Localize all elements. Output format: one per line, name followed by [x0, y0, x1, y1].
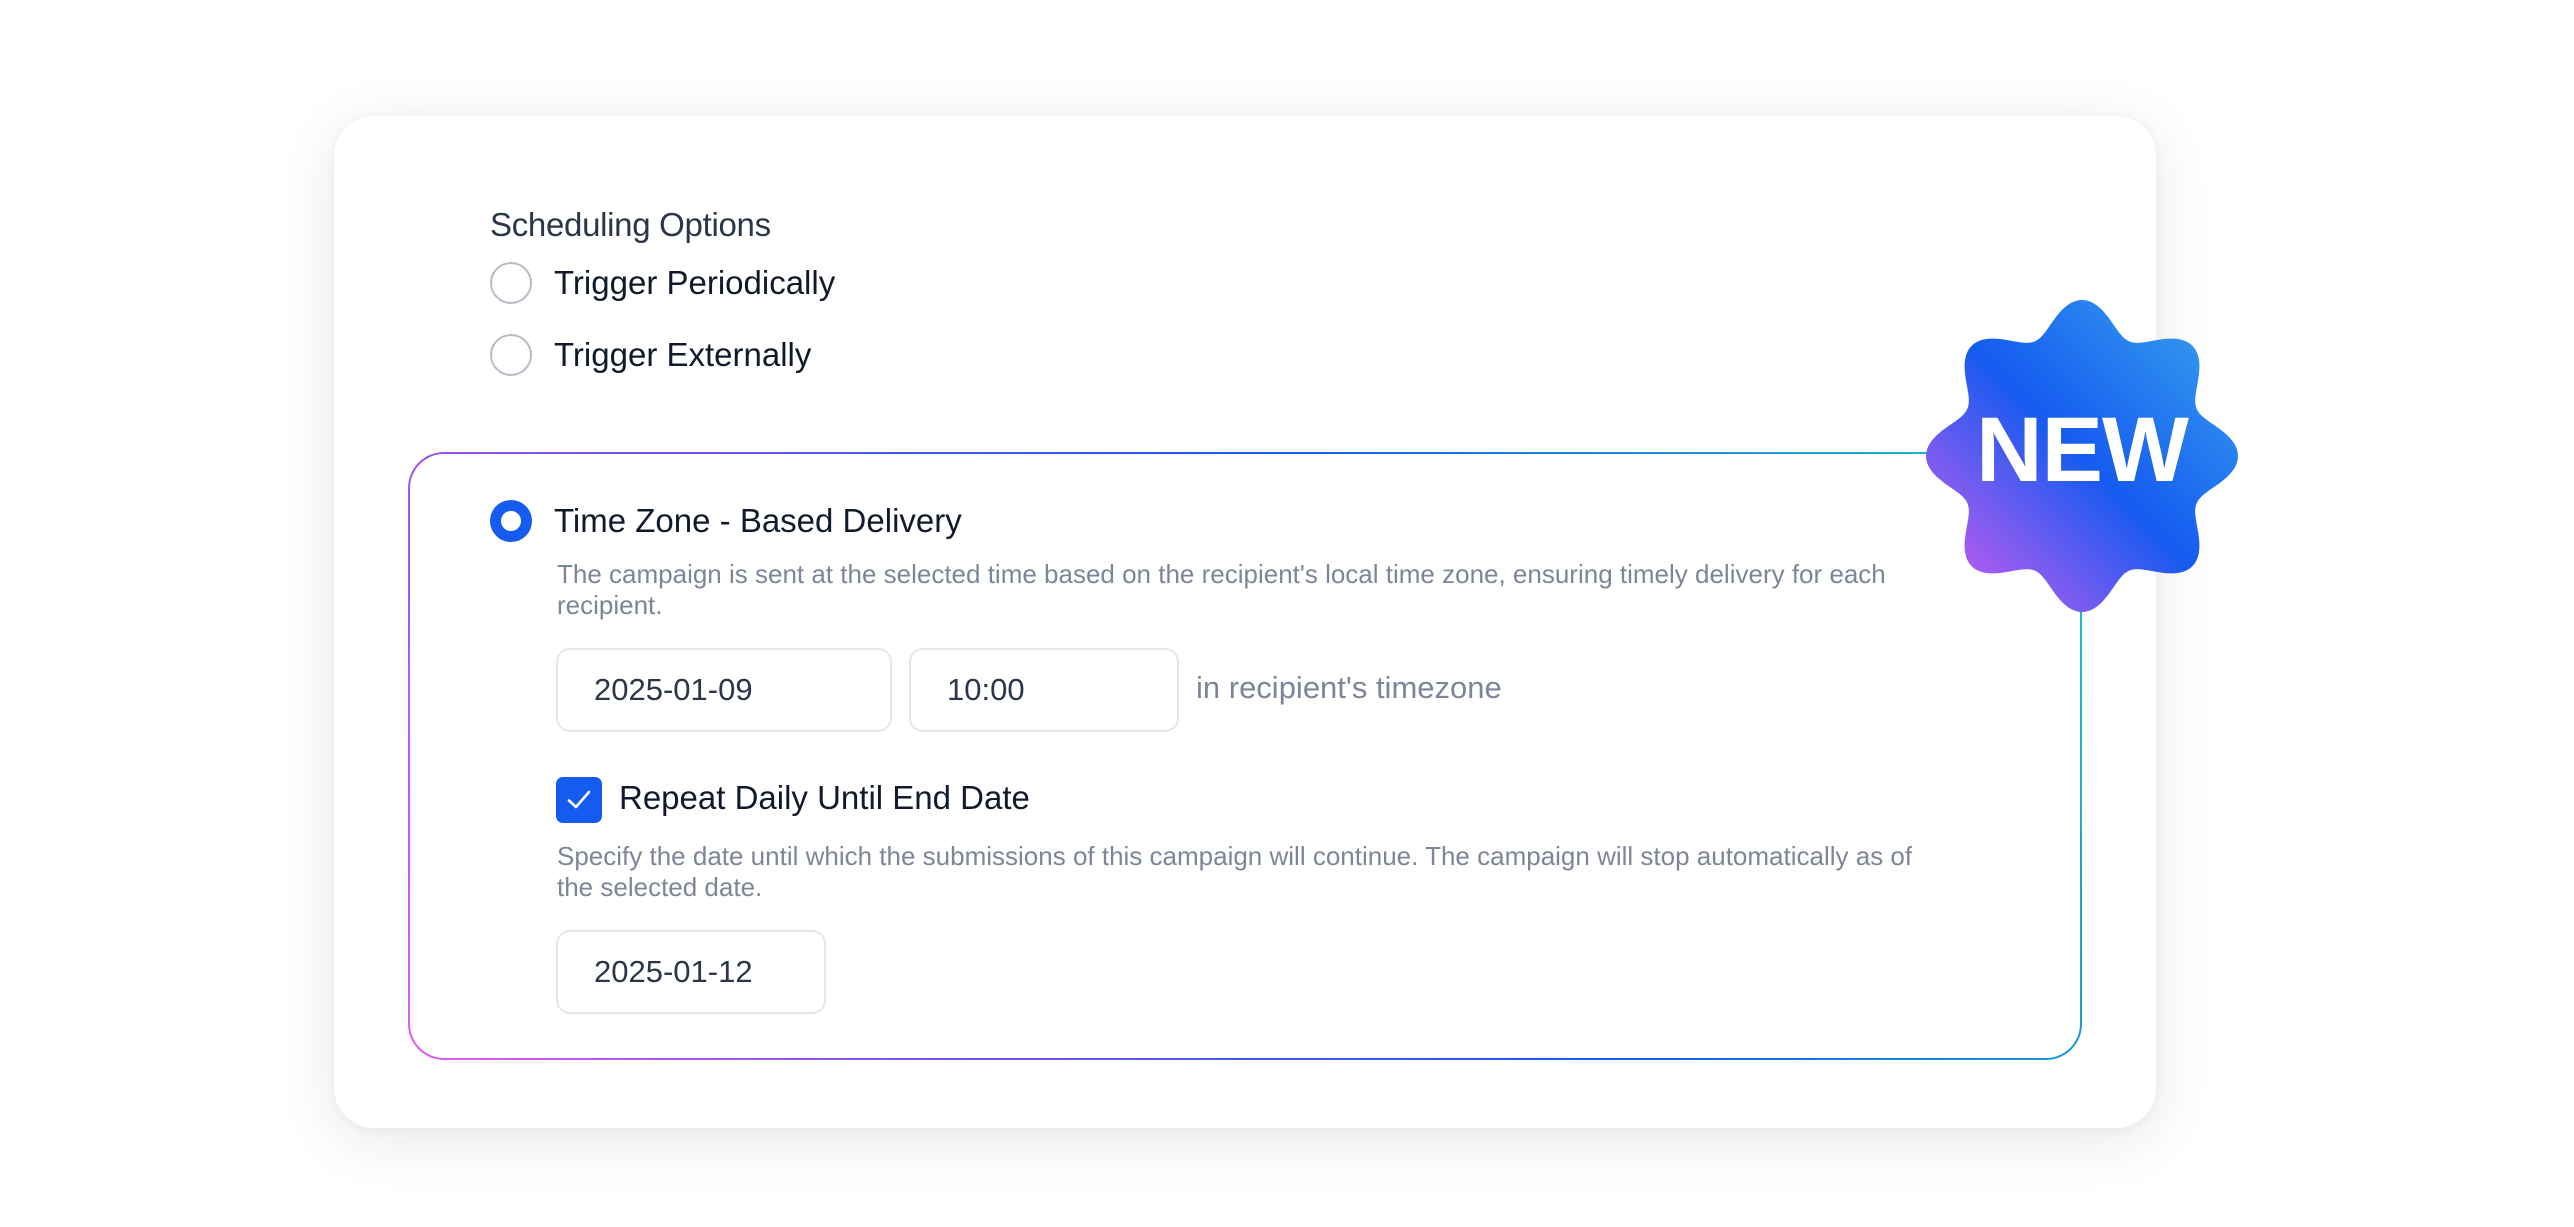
radio-trigger-periodically[interactable]: Trigger Periodically — [490, 262, 835, 304]
timezone-suffix-label: in recipient's timezone — [1196, 670, 1502, 705]
radio-button[interactable] — [490, 334, 532, 376]
repeat-daily-checkbox[interactable] — [556, 777, 602, 823]
radio-label: Trigger Periodically — [554, 264, 836, 301]
page: Scheduling Options Trigger Periodically … — [0, 0, 2574, 1227]
timezone-description: The campaign is sent at the selected tim… — [557, 559, 1886, 620]
radio-label: Time Zone - Based Delivery — [554, 502, 962, 539]
check-icon — [567, 790, 591, 809]
send-time-input[interactable]: 10:00 — [909, 648, 1179, 732]
radio-timezone-delivery[interactable]: Time Zone - Based Delivery — [490, 500, 962, 542]
radio-button-selected[interactable] — [490, 500, 532, 542]
repeat-description: Specify the date until which the submiss… — [557, 841, 1913, 902]
radio-label: Trigger Externally — [554, 336, 812, 373]
new-badge: NEW — [1922, 296, 2242, 616]
radio-trigger-externally[interactable]: Trigger Externally — [490, 334, 811, 376]
send-date-input[interactable]: 2025-01-09 — [556, 648, 892, 732]
badge-label: NEW — [1976, 398, 2189, 501]
section-title: Scheduling Options — [490, 206, 771, 243]
end-date-input[interactable]: 2025-01-12 — [556, 930, 826, 1014]
repeat-daily-label: Repeat Daily Until End Date — [619, 779, 1030, 816]
radio-button[interactable] — [490, 262, 532, 304]
